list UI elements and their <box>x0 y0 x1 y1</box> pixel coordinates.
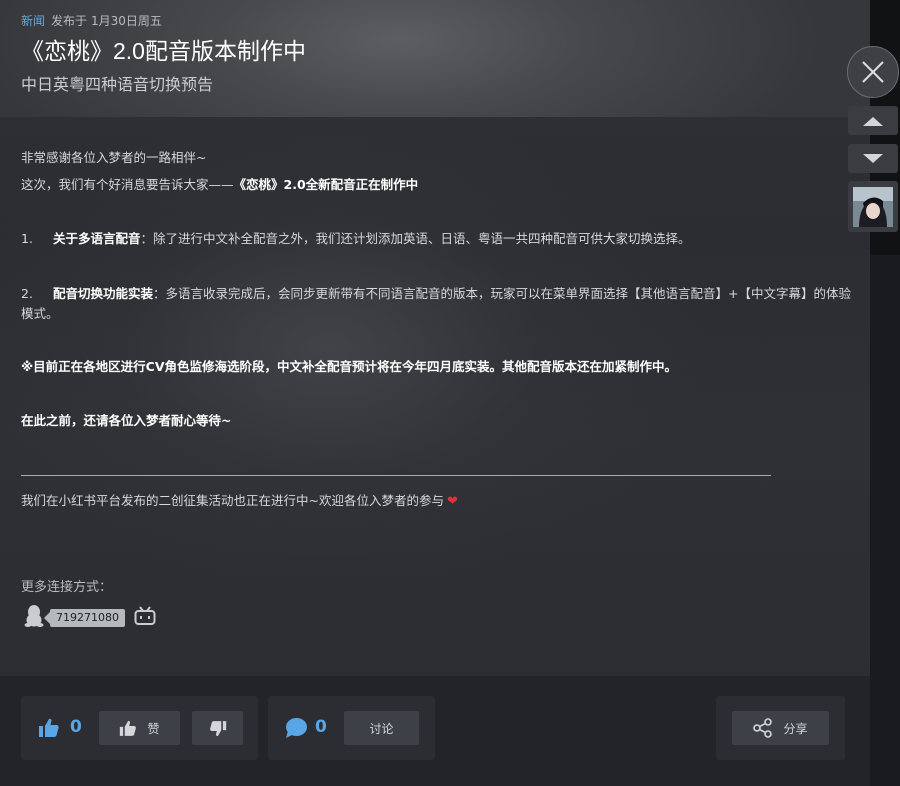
close-button[interactable] <box>847 46 899 98</box>
dislike-button[interactable] <box>192 711 243 745</box>
xhs-line: 我们在小红书平台发布的二创征集活动也正在进行中~欢迎各位入梦者的参与 ❤ <box>21 491 851 512</box>
discuss-label: 讨论 <box>369 721 394 736</box>
body-line-news-bold: 《恋桃》2.0全新配音正在制作中 <box>233 177 419 192</box>
thumbs-up-icon <box>119 720 137 737</box>
body-line-thanks: 非常感谢各位入梦者的一路相伴~ <box>21 150 207 165</box>
scroll-up-button[interactable] <box>848 106 898 135</box>
notice-line: ※目前正在各地区进行CV角色监修海选阶段，中文补全配音预计将在今年四月底实装。其… <box>21 359 678 374</box>
thumbs-up-blue-icon <box>38 718 60 742</box>
comment-count: 0 <box>315 717 327 737</box>
post-date: 1月30日周五 <box>91 14 162 28</box>
caret-up-icon <box>863 116 883 126</box>
post-meta: 新闻 发布于 1月30日周五 <box>21 12 162 29</box>
like-label: 赞 <box>147 721 160 736</box>
speech-bubble-icon <box>284 717 308 743</box>
page: 新闻 发布于 1月30日周五 《恋桃》2.0配音版本制作中 中日英粤四种语音切换预告… <box>0 0 900 786</box>
contacts-label: 更多连接方式： <box>21 580 113 595</box>
scroll-down-button[interactable] <box>848 144 898 173</box>
posted-label: 发布于 <box>51 14 88 28</box>
divider <box>21 475 771 476</box>
wait-line: 在此之前，还请各位入梦者耐心等待~ <box>21 413 232 428</box>
like-button[interactable]: 赞 <box>99 711 180 745</box>
heart-icon: ❤ <box>446 494 458 509</box>
share-label: 分享 <box>783 721 808 736</box>
share-button[interactable]: 分享 <box>732 711 829 745</box>
body-line-news: 这次，我们有个好消息要告诉大家——《恋桃》2.0全新配音正在制作中 <box>21 177 419 192</box>
page-subtitle: 中日英粤四种语音切换预告 <box>21 75 214 94</box>
thumbs-down-icon <box>209 720 227 737</box>
qq-penguin-icon[interactable] <box>24 604 44 632</box>
news-tag[interactable]: 新闻 <box>21 14 45 28</box>
avatar <box>853 186 893 227</box>
bilibili-icon[interactable] <box>134 606 156 630</box>
share-icon <box>753 718 773 738</box>
discuss-button[interactable]: 讨论 <box>344 711 419 745</box>
like-count: 0 <box>70 717 82 737</box>
page-title: 《恋桃》2.0配音版本制作中 <box>21 38 306 64</box>
caret-down-icon <box>863 153 883 164</box>
list-item-multilang: 1. 关于多语言配音：除了进行中文补全配音之外，我们还计划添加英语、日语、粤语一共… <box>21 231 691 246</box>
list-item-switch: 2. 配音切换功能实装：多语言收录完成后，会同步更新带有不同语言配音的版本，玩家可… <box>21 286 851 321</box>
qq-number-badge[interactable]: 719271080 <box>44 609 125 627</box>
game-avatar-button[interactable] <box>848 181 898 232</box>
share-box: 分享 <box>716 696 845 760</box>
rating-box: 0 赞 <box>21 696 258 760</box>
comment-box: 0 讨论 <box>268 696 435 760</box>
close-icon <box>860 59 886 85</box>
contact-row: 719271080 <box>24 604 156 632</box>
